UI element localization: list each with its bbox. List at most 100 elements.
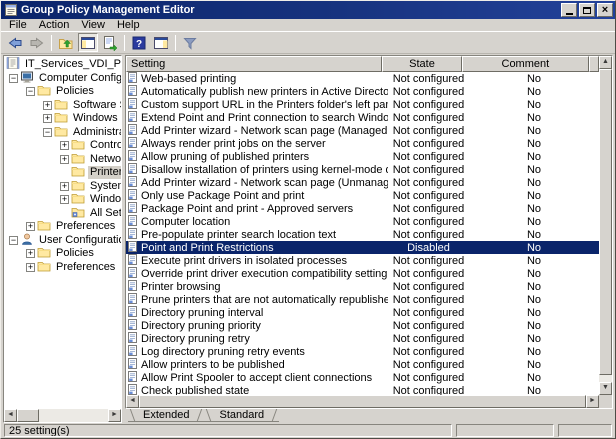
state-cell: Disabled (388, 242, 469, 254)
list-row-execute-print-drivers-in-isolated-proces[interactable]: Execute print drivers in isolated proces… (126, 254, 599, 267)
tab-extended[interactable]: Extended (128, 409, 204, 422)
expand-icon[interactable]: + (26, 249, 35, 258)
tree-item-all-settings[interactable]: All Settings (4, 207, 121, 221)
setting-cell: Check published state (126, 384, 388, 396)
expand-icon[interactable]: + (60, 155, 69, 164)
scroll-down-button[interactable]: ▼ (599, 382, 612, 395)
setting-label: Directory pruning priority (141, 320, 261, 332)
expand-icon[interactable]: + (26, 222, 35, 231)
forward-icon (29, 35, 45, 51)
list-row-add-printer-wizard-network-scan-page-unm[interactable]: Add Printer wizard - Network scan page (… (126, 176, 599, 189)
expand-icon[interactable]: + (43, 101, 52, 110)
list-row-automatically-publish-new-printers-in-ac[interactable]: Automatically publish new printers in Ac… (126, 85, 599, 98)
close-icon: × (602, 5, 608, 15)
tree-item-printers[interactable]: Printers (4, 166, 121, 180)
tree-item-network[interactable]: +Network (4, 153, 121, 167)
menu-view[interactable]: View (77, 19, 113, 32)
collapse-icon[interactable]: − (26, 87, 35, 96)
menu-action[interactable]: Action (35, 19, 78, 32)
list-row-prune-printers-that-are-not-automaticall[interactable]: Prune printers that are not automaticall… (126, 293, 599, 306)
tree-item-administrative-templates[interactable]: −Administrative Templates (4, 126, 121, 140)
help-button[interactable]: ? (129, 33, 149, 52)
scroll-track[interactable] (599, 69, 612, 382)
menu-help[interactable]: Help (113, 19, 148, 32)
scroll-left-button[interactable]: ◄ (4, 409, 17, 422)
scroll-track[interactable] (39, 409, 108, 422)
maximize-icon (583, 7, 591, 14)
export-list-icon (102, 35, 118, 51)
list-row-override-print-driver-execution-compatib[interactable]: Override print driver execution compatib… (126, 267, 599, 280)
list-row-disallow-installation-of-printers-using-[interactable]: Disallow installation of printers using … (126, 163, 599, 176)
tree-item-control-panel[interactable]: +Control Panel (4, 139, 121, 153)
tree-item-windows-components[interactable]: +Windows Components (4, 193, 121, 207)
list-row-extend-point-and-print-connection-to-sea[interactable]: Extend Point and Print connection to sea… (126, 111, 599, 124)
comment-cell: No (469, 242, 599, 254)
scroll-thumb[interactable] (17, 409, 39, 422)
tree-horizontal-scrollbar[interactable]: ◄ ► (4, 409, 121, 422)
list-row-only-use-package-point-and-print[interactable]: Only use Package Point and printNot conf… (126, 189, 599, 202)
tree-item-system[interactable]: + System (4, 180, 121, 194)
tree-item-user-configuration[interactable]: −User Configuration (4, 234, 121, 248)
collapse-icon[interactable]: − (9, 236, 18, 245)
list-row-pre-populate-printer-search-location-tex[interactable]: Pre-populate printer search location tex… (126, 228, 599, 241)
back-button[interactable] (5, 33, 25, 52)
scrollbar-corner (599, 395, 612, 408)
show-console-tree-button[interactable] (78, 33, 98, 52)
list-row-directory-pruning-priority[interactable]: Directory pruning priorityNot configured… (126, 319, 599, 332)
scroll-left-button[interactable]: ◄ (126, 395, 139, 408)
list-row-check-published-state[interactable]: Check published stateNot configuredNo (126, 384, 599, 395)
tab-standard[interactable]: Standard (204, 409, 279, 422)
maximize-button[interactable] (579, 3, 595, 17)
scroll-right-button[interactable]: ► (108, 409, 121, 422)
list-row-allow-pruning-of-published-printers[interactable]: Allow pruning of published printersNot c… (126, 150, 599, 163)
expand-icon[interactable]: + (60, 182, 69, 191)
list-row-always-render-print-jobs-on-the-server[interactable]: Always render print jobs on the serverNo… (126, 137, 599, 150)
expand-icon[interactable]: + (26, 263, 35, 272)
setting-icon (128, 280, 141, 294)
menu-file[interactable]: File (5, 19, 35, 32)
list-row-directory-pruning-retry[interactable]: Directory pruning retryNot configuredNo (126, 332, 599, 345)
minimize-button[interactable] (561, 3, 577, 17)
export-list-button[interactable] (100, 33, 120, 52)
list-row-directory-pruning-interval[interactable]: Directory pruning intervalNot configured… (126, 306, 599, 319)
collapse-icon[interactable]: − (43, 128, 52, 137)
list-row-custom-support-url-in-the-printers-folde[interactable]: Custom support URL in the Printers folde… (126, 98, 599, 111)
forward-button[interactable] (27, 33, 47, 52)
tree-item-label: System (88, 180, 121, 193)
filter-button[interactable] (180, 33, 200, 52)
list-row-point-and-print-restrictions[interactable]: Point and Print RestrictionsDisabledNo (126, 241, 599, 254)
tree-item-label: Software Settings (71, 99, 121, 112)
column-header-state[interactable]: State (382, 56, 461, 72)
tree-item-preferences[interactable]: +Preferences (4, 261, 121, 275)
collapse-icon[interactable]: − (9, 74, 18, 83)
menu-bar: FileActionViewHelp (1, 19, 615, 32)
list-row-web-based-printing[interactable]: Web-based printingNot configuredNo (126, 72, 599, 85)
state-cell: Not configured (388, 385, 469, 396)
list-row-log-directory-pruning-retry-events[interactable]: Log directory pruning retry eventsNot co… (126, 345, 599, 358)
list-row-package-point-and-print-approved-servers[interactable]: Package Point and print - Approved serve… (126, 202, 599, 215)
list-row-printer-browsing[interactable]: Printer browsingNot configuredNo (126, 280, 599, 293)
column-header-setting[interactable]: Setting (126, 56, 382, 72)
scroll-up-button[interactable]: ▲ (599, 56, 612, 69)
expand-icon[interactable]: + (43, 114, 52, 123)
list-horizontal-scrollbar[interactable]: ◄ ► (126, 395, 599, 408)
column-header-comment[interactable]: Comment (462, 56, 589, 72)
vertical-scrollbar[interactable]: ▲ ▼ (599, 56, 612, 395)
state-cell: Not configured (388, 151, 469, 163)
list-row-add-printer-wizard-network-scan-page-man[interactable]: Add Printer wizard - Network scan page (… (126, 124, 599, 137)
scroll-right-button[interactable]: ► (586, 395, 599, 408)
list-row-allow-print-spooler-to-accept-client-con[interactable]: Allow Print Spooler to accept client con… (126, 371, 599, 384)
close-button[interactable]: × (597, 3, 613, 17)
list-row-computer-location[interactable]: Computer locationNot configuredNo (126, 215, 599, 228)
tree-item-computer-configuration[interactable]: −Computer Configuration (4, 72, 121, 86)
scroll-thumb[interactable] (599, 69, 612, 375)
expand-icon[interactable]: + (60, 195, 69, 204)
setting-label: Add Printer wizard - Network scan page (… (141, 125, 388, 137)
up-one-level-button[interactable] (56, 33, 76, 52)
tree-item-policies[interactable]: +Policies (4, 247, 121, 261)
list-row-allow-printers-to-be-published[interactable]: Allow printers to be publishedNot config… (126, 358, 599, 371)
scroll-thumb[interactable] (139, 395, 586, 408)
expand-icon[interactable]: + (60, 141, 69, 150)
show-action-pane-button[interactable] (151, 33, 171, 52)
comment-cell: No (469, 320, 599, 332)
